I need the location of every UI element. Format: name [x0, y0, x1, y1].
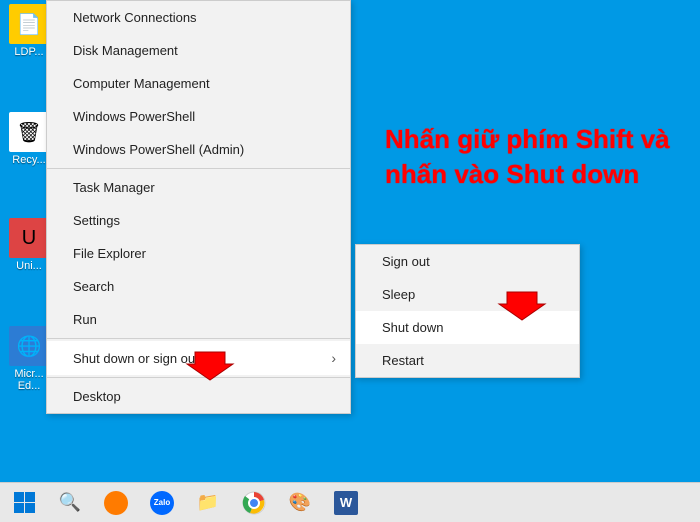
desktop-icon-glyph: 🌐 — [9, 326, 49, 366]
taskbar-app-icon: W — [334, 491, 358, 515]
explorer-icon[interactable]: 📁 — [188, 487, 228, 519]
annotation-text: Nhấn giữ phím Shift và nhấn vào Shut dow… — [385, 122, 700, 192]
menu-item[interactable]: Computer Management — [47, 67, 350, 100]
menu-item-label: Task Manager — [73, 180, 155, 195]
chrome-icon[interactable] — [234, 487, 274, 519]
word-icon[interactable]: W — [326, 487, 366, 519]
menu-item-label: Disk Management — [73, 43, 178, 58]
menu-item[interactable]: Search — [47, 270, 350, 303]
menu-item[interactable]: Windows PowerShell — [47, 100, 350, 133]
menu-item-label: Desktop — [73, 389, 121, 404]
taskbar-glyph-icon: 🎨 — [289, 492, 311, 513]
paint-icon[interactable]: 🎨 — [280, 487, 320, 519]
menu-item-label: Settings — [73, 213, 120, 228]
firefox-icon[interactable] — [96, 487, 136, 519]
menu-separator — [47, 168, 350, 169]
menu-item[interactable]: Disk Management — [47, 34, 350, 67]
submenu-item-label: Sleep — [382, 287, 415, 302]
taskbar-app-icon — [104, 491, 128, 515]
annotation-arrow-2 — [497, 290, 547, 324]
menu-item-label: Search — [73, 279, 114, 294]
submenu-item[interactable]: Sign out — [356, 245, 579, 278]
search-icon[interactable]: 🔍 — [50, 487, 90, 519]
menu-item[interactable]: File Explorer — [47, 237, 350, 270]
submenu-item[interactable]: Restart — [356, 344, 579, 377]
taskbar: 🔍 Zalo 📁 🎨 W — [0, 482, 700, 522]
menu-item-label: Windows PowerShell — [73, 109, 195, 124]
taskbar-glyph-icon: 📁 — [197, 492, 219, 513]
menu-item[interactable]: Network Connections — [47, 1, 350, 34]
menu-item[interactable]: Windows PowerShell (Admin) — [47, 133, 350, 166]
menu-item[interactable]: Run — [47, 303, 350, 336]
menu-item[interactable]: Settings — [47, 204, 350, 237]
desktop-icon-glyph: 🗑 — [9, 112, 49, 152]
menu-item-label: Computer Management — [73, 76, 210, 91]
annotation-arrow-1 — [185, 350, 235, 384]
taskbar-glyph-icon: 🔍 — [59, 492, 81, 513]
zalo-icon[interactable]: Zalo — [142, 487, 182, 519]
menu-separator — [47, 338, 350, 339]
desktop-icon-glyph: U — [9, 218, 49, 258]
menu-item-label: File Explorer — [73, 246, 146, 261]
submenu-item-label: Sign out — [382, 254, 430, 269]
chevron-right-icon: › — [331, 350, 336, 366]
submenu-item-label: Restart — [382, 353, 424, 368]
start-button[interactable] — [4, 487, 44, 519]
menu-item-label: Shut down or sign out — [73, 351, 199, 366]
menu-item-desktop[interactable]: Desktop — [47, 380, 350, 413]
chrome-icon — [242, 491, 266, 515]
desktop-icon-glyph: 📄 — [9, 4, 49, 44]
menu-item[interactable]: Task Manager — [47, 171, 350, 204]
submenu-item-label: Shut down — [382, 320, 443, 335]
windows-logo-icon — [14, 492, 35, 513]
menu-item-label: Network Connections — [73, 10, 197, 25]
desktop-background: 📄LDP...🗑Recy...UUni...🌐Micr... Ed... Nhấ… — [0, 0, 700, 522]
menu-item-label: Windows PowerShell (Admin) — [73, 142, 244, 157]
menu-item-label: Run — [73, 312, 97, 327]
taskbar-app-icon: Zalo — [150, 491, 174, 515]
